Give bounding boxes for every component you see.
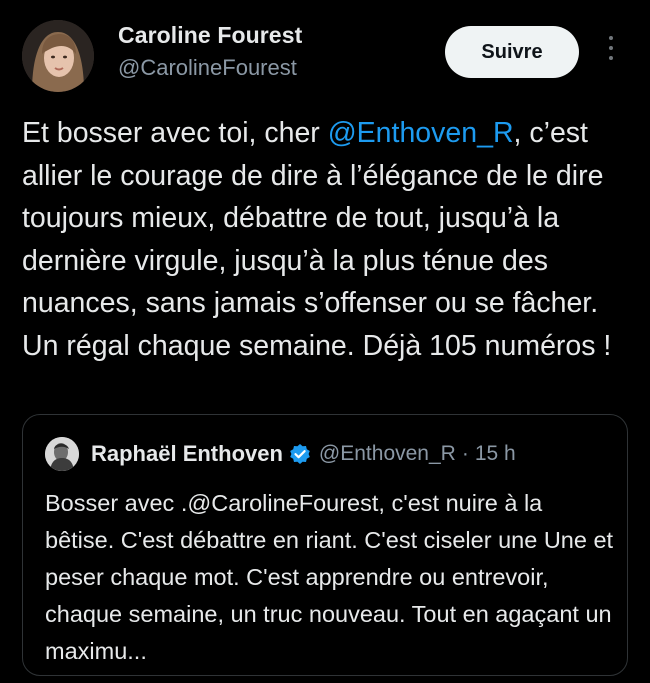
mention-link[interactable]: @Enthoven_R bbox=[328, 117, 514, 149]
verified-badge-icon bbox=[290, 444, 310, 464]
tweet-text-part: , c’est allier le courage de dire à l’él… bbox=[22, 117, 612, 362]
author-avatar[interactable] bbox=[22, 20, 94, 92]
author-handle[interactable]: @CarolineFourest bbox=[118, 55, 302, 81]
follow-button[interactable]: Suivre bbox=[445, 26, 579, 78]
tweet-header: Caroline Fourest @CarolineFourest Suivre bbox=[22, 20, 632, 92]
author-display-name[interactable]: Caroline Fourest bbox=[118, 22, 302, 49]
author-avatar-image bbox=[22, 20, 94, 92]
quoted-separator: · bbox=[461, 442, 469, 465]
quoted-display-name[interactable]: Raphaël Enthoven bbox=[91, 441, 283, 467]
quoted-tweet[interactable]: Raphaël Enthoven @Enthoven_R · 15 h Boss… bbox=[22, 414, 628, 676]
author-name-block: Caroline Fourest @CarolineFourest bbox=[118, 22, 302, 81]
quoted-tweet-text: Bosser avec .@CarolineFourest, c'est nui… bbox=[45, 490, 614, 664]
quoted-author-avatar-image bbox=[45, 437, 79, 471]
vertical-ellipsis-icon[interactable] bbox=[608, 36, 614, 66]
tweet-text: Et bosser avec toi, cher @Enthoven_R, c’… bbox=[22, 112, 634, 367]
quoted-header: Raphaël Enthoven @Enthoven_R · 15 h bbox=[91, 437, 516, 471]
quoted-author-avatar[interactable] bbox=[45, 437, 79, 471]
quoted-handle[interactable]: @Enthoven_R bbox=[319, 442, 456, 466]
tweet-text-part: Et bosser avec toi, cher bbox=[22, 117, 328, 149]
quoted-timestamp[interactable]: 15 h bbox=[475, 442, 516, 466]
